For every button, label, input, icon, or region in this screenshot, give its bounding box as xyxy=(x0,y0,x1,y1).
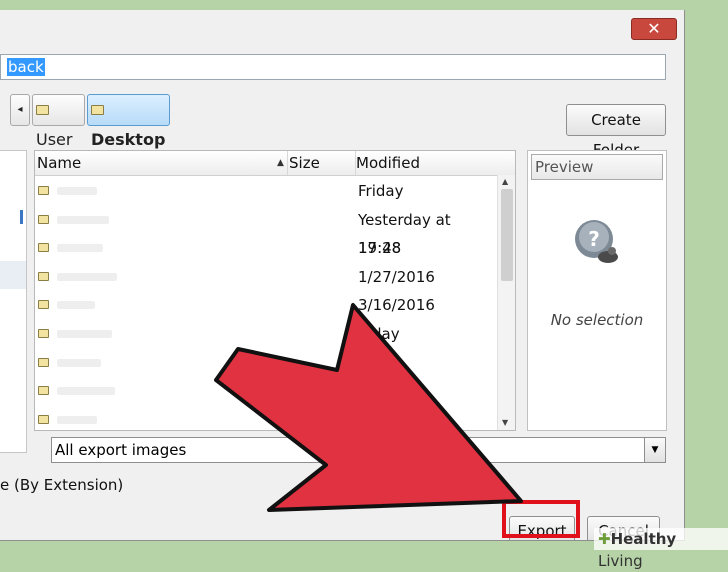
places-item[interactable] xyxy=(0,261,26,289)
path-button-desktop[interactable]: Desktop xyxy=(87,94,170,149)
watermark-brand-bold: Healthy xyxy=(610,530,677,548)
file-modified: 016 xyxy=(358,353,387,372)
file-modified: Friday xyxy=(358,182,404,200)
list-item[interactable]: 17:48 xyxy=(35,234,497,262)
list-item[interactable] xyxy=(35,406,497,430)
close-button[interactable]: ✕ xyxy=(631,18,677,40)
file-type-selector[interactable]: e (By Extension) xyxy=(0,476,123,494)
svg-text:?: ? xyxy=(588,227,600,251)
file-name-blurred xyxy=(57,330,112,338)
filename-selected-text: back xyxy=(7,58,45,76)
folder-icon xyxy=(36,104,49,115)
list-item[interactable]: 016 xyxy=(35,349,497,377)
list-item[interactable]: 1/27/2016 xyxy=(35,263,497,291)
places-sidebar xyxy=(0,150,27,453)
folder-icon xyxy=(38,329,49,338)
path-back-button[interactable]: ◂ xyxy=(10,94,30,126)
file-name-blurred xyxy=(57,358,101,367)
file-name-blurred xyxy=(57,187,97,195)
path-button-user[interactable]: User xyxy=(32,94,85,149)
column-header-name[interactable]: Name ▲ xyxy=(37,151,288,175)
folder-icon xyxy=(38,386,49,396)
file-name-blurred xyxy=(57,415,97,424)
list-item[interactable]: Yesterday at 19:28 xyxy=(35,206,497,257)
folder-icon xyxy=(38,214,49,224)
export-dialog: ✕ back ◂ User Desktop Create Folder Name… xyxy=(0,10,685,541)
filename-input[interactable]: back xyxy=(0,54,666,80)
file-modified: rsday xyxy=(358,325,400,343)
export-highlight-box xyxy=(502,500,580,538)
gimp-wilber-question-icon: ? xyxy=(575,220,618,263)
file-list: Name ▲ Size Modified Friday Yesterday at 1… xyxy=(34,150,516,431)
file-name-blurred xyxy=(57,301,95,310)
places-item-icon xyxy=(20,210,23,224)
folder-icon xyxy=(38,357,49,367)
list-item[interactable]: rsday xyxy=(35,320,497,348)
file-name-blurred xyxy=(57,215,109,224)
file-modified: 17:48 xyxy=(358,239,402,258)
file-modified: 1/27/2016 xyxy=(358,267,435,286)
folder-icon xyxy=(38,300,49,310)
folder-icon xyxy=(38,271,49,281)
file-filter-value: All export images xyxy=(55,441,187,459)
preview-toggle[interactable]: Preview xyxy=(531,154,663,180)
scroll-up-icon[interactable]: ▲ xyxy=(502,177,508,186)
preview-empty-text: No selection xyxy=(550,311,644,329)
preview-pane: Preview ? No selection xyxy=(527,150,667,431)
list-item[interactable]: 3/16/2016 xyxy=(35,291,497,319)
places-item[interactable] xyxy=(0,203,26,231)
chevron-down-icon[interactable]: ▼ xyxy=(644,438,665,462)
file-name-blurred xyxy=(57,387,115,396)
scroll-down-icon[interactable]: ▼ xyxy=(502,418,508,427)
file-list-header: Name ▲ Size Modified xyxy=(35,151,515,176)
file-filter-select[interactable]: All export images ▼ xyxy=(51,437,666,463)
column-header-name-label: Name xyxy=(37,154,82,172)
file-name-blurred xyxy=(57,272,117,281)
path-button-user-label: User xyxy=(36,130,73,149)
folder-icon xyxy=(38,414,49,424)
folder-icon xyxy=(38,243,49,253)
list-item[interactable]: Friday xyxy=(35,177,497,205)
plus-icon: ✚ xyxy=(598,530,611,548)
folder-icon xyxy=(38,186,49,195)
scrollbar-thumb[interactable] xyxy=(501,189,513,281)
watermark-brand-light: Living xyxy=(598,552,643,570)
path-button-desktop-label: Desktop xyxy=(91,130,166,149)
list-item[interactable] xyxy=(35,377,497,405)
create-folder-button[interactable]: Create Folder xyxy=(566,104,666,159)
column-header-modified[interactable]: Modified xyxy=(355,151,420,175)
column-header-size[interactable]: Size xyxy=(288,151,356,175)
watermark-logo: ✚Healthy Living xyxy=(594,528,728,570)
file-name-blurred xyxy=(57,244,103,253)
file-list-scrollbar[interactable]: ▲ ▼ xyxy=(497,175,515,430)
folder-icon xyxy=(91,104,104,115)
file-modified: 3/16/2016 xyxy=(358,296,435,315)
sort-ascending-icon: ▲ xyxy=(277,158,284,168)
